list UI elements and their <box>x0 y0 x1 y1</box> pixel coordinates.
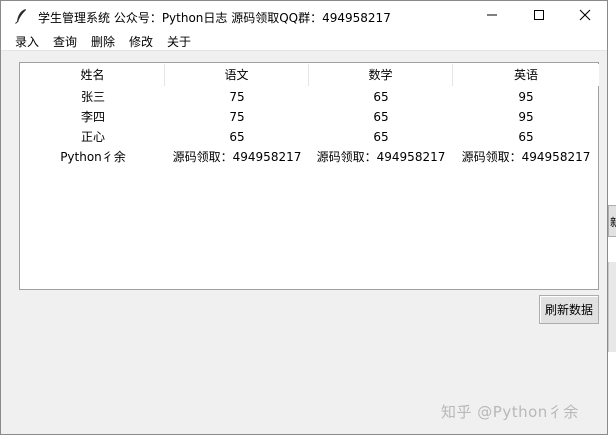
maximize-icon <box>533 9 545 24</box>
cell-chinese: 源码领取：494958217 <box>172 150 302 164</box>
cell-name: Python彳余 <box>60 150 126 164</box>
close-icon <box>579 9 591 24</box>
cell-name: 正心 <box>80 130 105 144</box>
column-header-math[interactable]: 数学 <box>309 64 453 86</box>
cell-chinese: 75 <box>229 110 245 124</box>
cell-name: 张三 <box>80 90 105 104</box>
refresh-button[interactable]: 刷新数据 <box>539 295 599 324</box>
client-area: 姓名 语文 数学 英语 张三 75 65 95 李四 75 65 95 正心 6… <box>1 51 607 434</box>
table-row[interactable]: Python彳余 源码领取：494958217 源码领取：494958217 源… <box>21 147 599 167</box>
student-table[interactable]: 姓名 语文 数学 英语 张三 75 65 95 李四 75 65 95 正心 6… <box>19 62 599 290</box>
column-header-name[interactable]: 姓名 <box>21 64 165 86</box>
cell-math: 65 <box>373 110 389 124</box>
column-header-chinese[interactable]: 语文 <box>165 64 309 86</box>
cell-english: 源码领取：494958217 <box>461 150 591 164</box>
cell-chinese: 65 <box>229 130 245 144</box>
maximize-button[interactable] <box>516 1 562 31</box>
cell-math: 65 <box>373 130 389 144</box>
menu-item-enter[interactable]: 录入 <box>15 33 39 50</box>
table-row[interactable]: 张三 75 65 95 <box>21 87 599 107</box>
cell-math: 65 <box>373 90 389 104</box>
table-row[interactable]: 李四 75 65 95 <box>21 107 599 127</box>
menu-item-modify[interactable]: 修改 <box>129 33 153 50</box>
menu-item-delete[interactable]: 删除 <box>91 33 115 50</box>
menu-bar: 录入 查询 删除 修改 关于 <box>1 31 607 51</box>
close-button[interactable] <box>562 1 607 31</box>
background-window-button-label: 新 <box>610 214 616 230</box>
cell-chinese: 75 <box>229 90 245 104</box>
feather-icon <box>14 8 28 24</box>
minimize-button[interactable] <box>469 1 515 31</box>
background-window-button[interactable]: 新 <box>608 205 616 237</box>
background-window-edge <box>608 262 616 352</box>
menu-item-query[interactable]: 查询 <box>53 33 77 50</box>
table-row[interactable]: 正心 65 65 65 <box>21 127 599 147</box>
minimize-icon <box>486 9 498 24</box>
cell-math: 源码领取：494958217 <box>316 150 446 164</box>
main-window: 学生管理系统 公众号：Python日志 源码领取QQ群：494958217 录入… <box>0 0 608 435</box>
window-title: 学生管理系统 公众号：Python日志 源码领取QQ群：494958217 <box>38 11 391 25</box>
table-header: 姓名 语文 数学 英语 <box>21 64 599 86</box>
cell-name: 李四 <box>80 110 105 124</box>
cell-english: 95 <box>518 90 534 104</box>
cell-english: 95 <box>518 110 534 124</box>
menu-item-about[interactable]: 关于 <box>167 33 191 50</box>
cell-english: 65 <box>518 130 534 144</box>
title-bar[interactable]: 学生管理系统 公众号：Python日志 源码领取QQ群：494958217 <box>1 1 607 31</box>
column-header-english[interactable]: 英语 <box>453 64 599 86</box>
watermark: 知乎 @Python彳余 <box>441 403 579 421</box>
